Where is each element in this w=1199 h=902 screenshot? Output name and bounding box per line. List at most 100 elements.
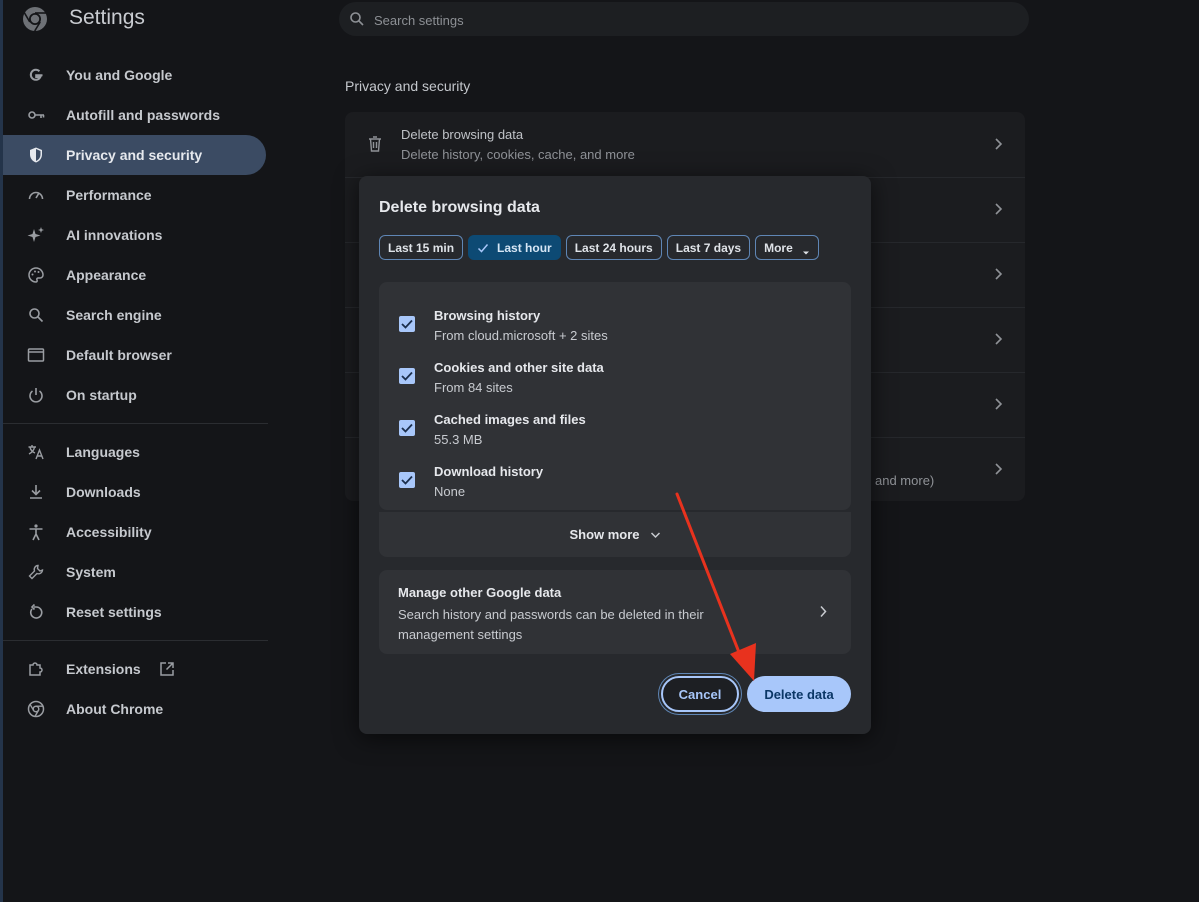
option-subtitle: 55.3 MB <box>434 432 483 447</box>
option-cached-images[interactable]: Cached images and files 55.3 MB <box>379 402 851 454</box>
chevron-right-icon <box>993 397 1003 411</box>
sidebar-item-reset-settings[interactable]: Reset settings <box>3 592 266 632</box>
sidebar-item-accessibility[interactable]: Accessibility <box>3 512 266 552</box>
search-bar[interactable] <box>339 2 1029 36</box>
option-subtitle: None <box>434 484 466 499</box>
chip-last-15-min[interactable]: Last 15 min <box>379 235 464 260</box>
chip-label: Last 15 min <box>388 240 455 255</box>
chrome-logo-icon <box>22 6 48 32</box>
manage-title: Manage other Google data <box>398 585 562 600</box>
sidebar-divider <box>3 640 268 641</box>
chevron-down-icon <box>650 531 660 538</box>
sidebar-item-label: Search engine <box>66 307 162 323</box>
sidebar-item-label: You and Google <box>66 67 173 83</box>
chevron-right-icon <box>993 332 1003 346</box>
sidebar-item-label: Performance <box>66 187 152 203</box>
sidebar-item-label: Reset settings <box>66 604 162 620</box>
chevron-right-icon <box>993 462 1003 476</box>
shield-icon <box>27 146 45 164</box>
option-browsing-history[interactable]: Browsing history From cloud.microsoft + … <box>379 298 851 350</box>
sidebar-item-performance[interactable]: Performance <box>3 175 266 215</box>
checkbox-checked[interactable] <box>399 420 415 436</box>
sidebar-item-label: Appearance <box>66 267 147 283</box>
page-title: Settings <box>69 6 145 29</box>
browser-window-icon <box>27 346 45 364</box>
sidebar-item-label: Default browser <box>66 347 172 363</box>
chevron-right-icon <box>819 605 827 618</box>
sidebar-item-extensions[interactable]: Extensions <box>3 649 266 689</box>
google-icon <box>27 66 45 84</box>
caret-down-icon <box>802 245 810 254</box>
sidebar-item-label: System <box>66 564 116 580</box>
row-subtitle: Delete history, cookies, cache, and more <box>401 147 635 162</box>
sidebar-item-label: Languages <box>66 444 140 460</box>
translate-icon <box>27 443 45 461</box>
chip-label: Last 7 days <box>675 240 742 255</box>
sidebar-item-you-and-google[interactable]: You and Google <box>3 55 266 95</box>
option-cookies[interactable]: Cookies and other site data From 84 site… <box>379 350 851 402</box>
settings-row-delete-browsing-data[interactable]: Delete browsing data Delete history, coo… <box>345 112 1025 178</box>
sidebar-item-default-browser[interactable]: Default browser <box>3 335 266 375</box>
search-input[interactable] <box>372 8 996 32</box>
annotation-arrow <box>675 492 756 681</box>
chip-label: Last 24 hours <box>574 240 653 255</box>
sidebar-item-autofill[interactable]: Autofill and passwords <box>3 95 266 135</box>
sidebar-item-system[interactable]: System <box>3 552 266 592</box>
data-type-list: Browsing history From cloud.microsoft + … <box>379 282 851 510</box>
speedometer-icon <box>27 186 45 204</box>
section-title: Privacy and security <box>345 78 471 94</box>
chip-last-hour[interactable]: Last hour <box>468 235 561 260</box>
checkbox-checked[interactable] <box>399 368 415 384</box>
chevron-right-icon <box>993 137 1003 151</box>
sidebar-item-appearance[interactable]: Appearance <box>3 255 266 295</box>
option-subtitle: From 84 sites <box>434 380 513 395</box>
chip-last-7-days[interactable]: Last 7 days <box>666 235 751 260</box>
sidebar-item-ai-innovations[interactable]: AI innovations <box>3 215 266 255</box>
accessibility-icon <box>27 523 45 541</box>
chip-label: More <box>764 240 793 255</box>
delete-browsing-data-dialog: Delete browsing data Last 15 min Last ho… <box>359 176 871 734</box>
sidebar-item-about-chrome[interactable]: About Chrome <box>3 689 266 729</box>
show-more-button[interactable]: Show more <box>379 512 851 557</box>
option-title: Cookies and other site data <box>434 360 604 375</box>
option-subtitle: From cloud.microsoft + 2 sites <box>434 328 608 343</box>
option-title: Cached images and files <box>434 412 586 427</box>
reset-icon <box>27 603 45 621</box>
checkbox-checked[interactable] <box>399 316 415 332</box>
puzzle-icon <box>27 660 45 678</box>
row-title: Delete browsing data <box>401 127 524 142</box>
sidebar-item-privacy[interactable]: Privacy and security <box>3 135 266 175</box>
sidebar-item-label: Privacy and security <box>66 147 203 163</box>
sidebar-item-downloads[interactable]: Downloads <box>3 472 266 512</box>
key-icon <box>27 106 45 124</box>
sidebar-item-label: Accessibility <box>66 524 152 540</box>
option-download-history[interactable]: Download history None <box>379 454 851 506</box>
show-more-label: Show more <box>569 527 640 542</box>
download-icon <box>27 483 45 501</box>
sidebar-item-label: Downloads <box>66 484 141 500</box>
dialog-title: Delete browsing data <box>379 199 540 216</box>
chip-last-24-hours[interactable]: Last 24 hours <box>565 235 662 260</box>
chip-more-dropdown[interactable]: More <box>755 235 819 260</box>
sidebar-item-label: About Chrome <box>66 701 164 717</box>
sidebar-item-on-startup[interactable]: On startup <box>3 375 266 415</box>
trash-icon <box>367 135 383 153</box>
sidebar-item-languages[interactable]: Languages <box>3 432 266 472</box>
check-icon <box>477 242 489 254</box>
search-icon <box>27 306 45 324</box>
search-icon <box>349 11 365 27</box>
sidebar-item-label: Extensions <box>66 661 141 677</box>
sidebar-divider <box>3 423 268 424</box>
manage-google-data-link[interactable]: Manage other Google data Search history … <box>379 570 851 654</box>
chip-label: Last hour <box>497 240 552 255</box>
sidebar-item-search-engine[interactable]: Search engine <box>3 295 266 335</box>
chevron-right-icon <box>993 267 1003 281</box>
palette-icon <box>27 266 45 284</box>
open-in-new-icon <box>159 661 175 677</box>
sidebar-item-label: AI innovations <box>66 227 163 243</box>
option-title: Download history <box>434 464 544 479</box>
checkbox-checked[interactable] <box>399 472 415 488</box>
sidebar-item-label: On startup <box>66 387 137 403</box>
time-range-chips: Last 15 min Last hour Last 24 hours Last… <box>379 235 819 260</box>
sidebar-item-label: Autofill and passwords <box>66 107 221 123</box>
